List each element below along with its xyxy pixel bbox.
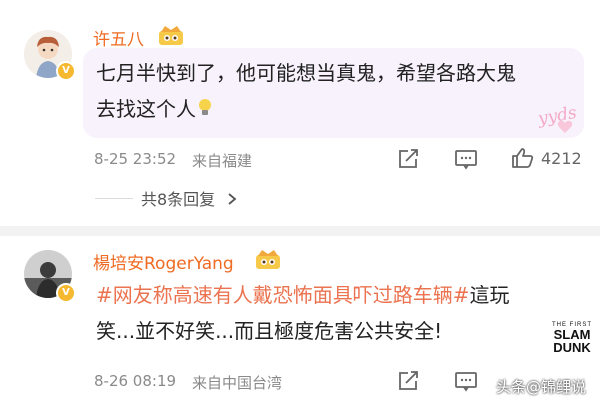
thumbs-up-icon[interactable] <box>511 147 535 169</box>
comment-text-line2: 笑...並不好笑...而且極度危害公共安全! <box>96 319 443 343</box>
comment-text: 去找这个人 <box>96 97 196 121</box>
chevron-right-icon <box>228 193 237 205</box>
vip-crown-icon <box>256 250 280 269</box>
watermark-text: 头条@锦鲤说 <box>496 378 587 396</box>
slam-dunk-logo: THE FIRST SLAM DUNK <box>552 322 592 355</box>
comment-text-line1: 七月半快到了，他可能想当真鬼，希望各路大鬼 <box>96 61 516 85</box>
hashtag-link[interactable]: #网友称高速有人戴恐怖面具吓过路车辆# <box>96 283 470 307</box>
share-icon[interactable] <box>397 370 421 392</box>
comment-text-line1: #网友称高速有人戴恐怖面具吓过路车辆#這玩 <box>96 278 510 312</box>
replies-label: 共8条回复 <box>141 190 216 209</box>
comment-icon[interactable] <box>454 148 478 170</box>
comment-text-line2: 去找这个人 <box>96 92 214 126</box>
heart-decor-icon <box>557 120 573 133</box>
comment-item: V 许五八 七月半快到了，他可能想当真鬼，希望各路大鬼 去找这个人 yyds 8… <box>0 0 600 218</box>
timestamp: 8-25 23:52 <box>94 150 177 168</box>
verified-badge: V <box>56 283 76 303</box>
username[interactable]: 许五八 <box>93 25 144 50</box>
location: 来自中国台湾 <box>192 374 283 392</box>
section-divider <box>0 226 600 236</box>
username[interactable]: 楊培安RogerYang <box>93 249 234 274</box>
like-count: 4212 <box>541 149 582 168</box>
lightbulb-emoji-icon <box>199 99 211 115</box>
comment-icon[interactable] <box>454 370 478 392</box>
verified-badge: V <box>56 61 76 81</box>
comment-text: 這玩 <box>469 283 510 307</box>
timestamp: 8-26 08:19 <box>94 372 177 390</box>
reply-divider-line <box>95 198 133 199</box>
location: 来自福建 <box>192 152 253 170</box>
view-replies-link[interactable]: 共8条回复 <box>141 186 238 210</box>
share-icon[interactable] <box>397 148 421 170</box>
vip-crown-icon <box>159 26 183 45</box>
